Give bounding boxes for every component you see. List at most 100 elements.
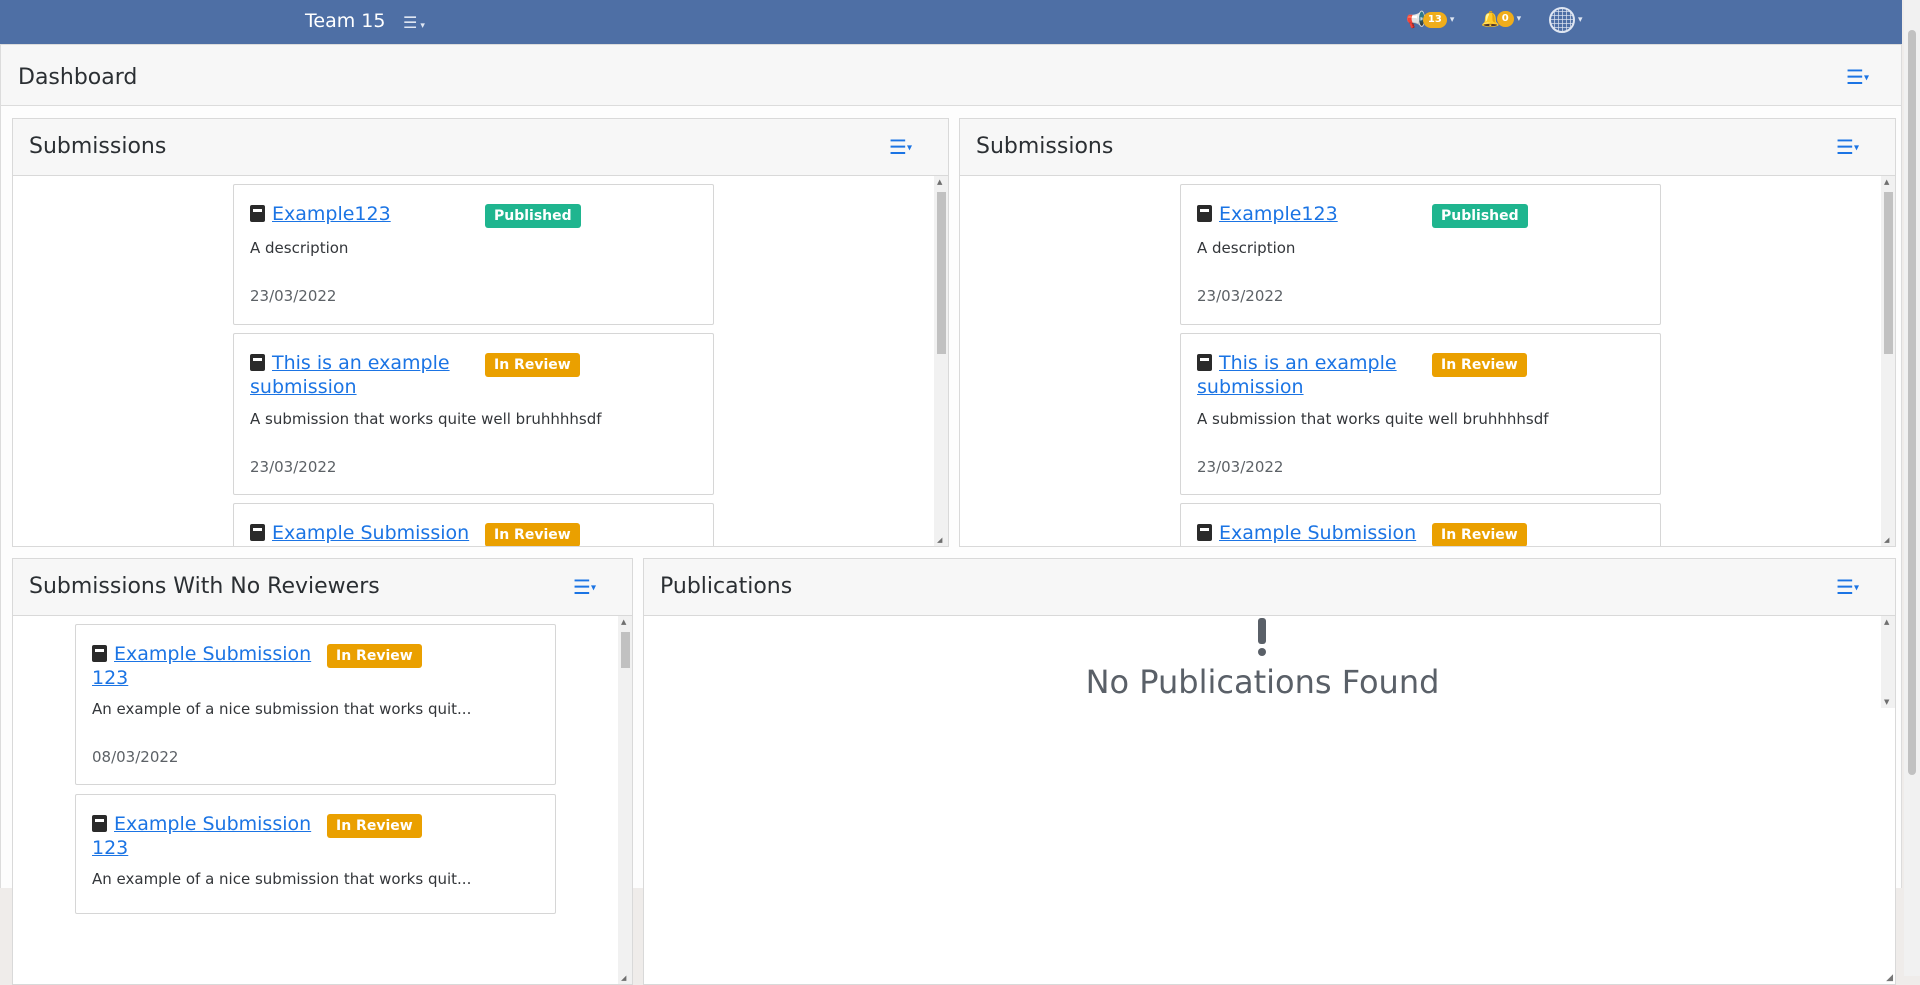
scroll-up-icon[interactable]: ▲ — [1884, 178, 1889, 186]
hamburger-icon: ☰ — [403, 13, 418, 32]
resize-icon[interactable]: ◢ — [937, 536, 942, 544]
book-icon — [250, 524, 265, 541]
widget-scrollbar[interactable]: ▲ ◢ — [934, 176, 948, 546]
submission-title-link[interactable]: Example Submission — [272, 521, 469, 545]
empty-state: No Publications Found ▲ ▼ — [644, 616, 1895, 708]
brand-title[interactable]: Team 15 — [305, 10, 385, 32]
publications-widget: Publications ☰▾ No Publications Found ▲ … — [643, 558, 1896, 985]
book-icon — [92, 645, 107, 662]
widget-header: Submissions With No Reviewers ☰▾ — [13, 559, 632, 616]
widget-body[interactable]: Example123 Published A description 23/03… — [960, 176, 1895, 546]
submission-card: Example123 Published A description 23/03… — [233, 184, 714, 325]
status-badge: In Review — [327, 644, 422, 668]
submission-title-link[interactable]: Example Submission — [1219, 521, 1416, 545]
announcements-badge: 13 — [1422, 11, 1447, 28]
submissions-widget-left: Submissions ☰▾ Example123 Published A de… — [12, 118, 949, 547]
nav-menu-button[interactable]: ☰ ▾ — [403, 13, 425, 32]
status-badge: In Review — [1432, 353, 1527, 377]
book-icon — [1197, 524, 1212, 541]
submission-description: A description — [1197, 239, 1296, 257]
resize-icon[interactable]: ◢ — [1886, 973, 1893, 983]
widget-body[interactable]: No Publications Found ▲ ▼ ◢ — [644, 616, 1895, 984]
page-title: Dashboard — [18, 65, 138, 90]
submission-card: Example Submission In Review — [1180, 503, 1661, 546]
widget-menu-button[interactable]: ☰▾ — [1836, 577, 1859, 599]
chevron-down-icon: ▾ — [1516, 14, 1522, 24]
dashboard-header: Dashboard ☰▾ — [0, 44, 1902, 106]
submission-card: This is an example submission In Review … — [233, 333, 714, 495]
widget-scrollbar[interactable]: ▲ ◢ — [618, 616, 632, 984]
widget-menu-button[interactable]: ☰▾ — [1836, 137, 1859, 159]
avatar — [1549, 7, 1575, 33]
notifications-badge: 0 — [1496, 11, 1514, 27]
status-badge: In Review — [485, 523, 580, 546]
widget-scrollbar[interactable]: ▲ ◢ — [1881, 176, 1895, 546]
book-icon — [250, 205, 265, 222]
resize-icon[interactable]: ◢ — [1884, 536, 1889, 544]
scrollbar-thumb[interactable] — [621, 632, 630, 668]
no-reviewers-widget: Submissions With No Reviewers ☰▾ Example… — [12, 558, 633, 985]
book-icon — [250, 354, 265, 371]
dashboard-body: Submissions ☰▾ Example123 Published A de… — [0, 106, 1902, 985]
dashboard-menu-button[interactable]: ☰▾ — [1846, 67, 1869, 89]
submission-date: 23/03/2022 — [1197, 287, 1284, 305]
user-menu-button[interactable]: ▾ — [1549, 7, 1583, 33]
submission-title-link[interactable]: Example Submission — [114, 812, 311, 836]
widget-header: Submissions ☰▾ — [960, 119, 1895, 176]
empty-message: No Publications Found — [1085, 663, 1440, 701]
submission-description: An example of a nice submission that wor… — [92, 870, 472, 888]
status-badge: In Review — [1432, 523, 1527, 546]
exclamation-icon — [1258, 618, 1266, 656]
book-icon — [92, 815, 107, 832]
submission-title-link-continued[interactable]: submission — [250, 375, 357, 399]
widget-menu-button[interactable]: ☰▾ — [573, 577, 596, 599]
page-scrollbar-thumb[interactable] — [1908, 30, 1916, 775]
submission-card: Example Submission 123 In Review An exam… — [75, 794, 556, 914]
status-badge: Published — [485, 204, 581, 228]
widget-body[interactable]: Example Submission 123 In Review An exam… — [13, 616, 632, 984]
submissions-widget-right: Submissions ☰▾ Example123 Published A de… — [959, 118, 1896, 547]
widget-title: Submissions — [29, 134, 167, 159]
resize-icon[interactable]: ◢ — [621, 974, 626, 982]
widget-title: Submissions With No Reviewers — [29, 574, 380, 599]
submission-description: A submission that works quite well bruhh… — [250, 410, 602, 428]
submission-description: A description — [250, 239, 349, 257]
submission-title-link[interactable]: Example Submission — [114, 642, 311, 666]
submission-card: Example Submission 123 In Review An exam… — [75, 624, 556, 785]
page-scrollbar[interactable] — [1904, 0, 1920, 976]
submission-date: 23/03/2022 — [250, 458, 337, 476]
book-icon — [1197, 354, 1212, 371]
submission-title-link[interactable]: Example123 — [272, 202, 391, 226]
widget-scrollbar[interactable]: ▲ ▼ — [1881, 616, 1895, 708]
widget-title: Submissions — [976, 134, 1114, 159]
chevron-down-icon: ▾ — [420, 21, 425, 31]
status-badge: In Review — [327, 814, 422, 838]
status-badge: Published — [1432, 204, 1528, 228]
widget-header: Submissions ☰▾ — [13, 119, 948, 176]
widget-body[interactable]: Example123 Published A description 23/03… — [13, 176, 948, 546]
widget-menu-button[interactable]: ☰▾ — [889, 137, 912, 159]
chevron-down-icon: ▾ — [1578, 15, 1583, 25]
submission-title-link[interactable]: Example123 — [1219, 202, 1338, 226]
widget-header: Publications ☰▾ — [644, 559, 1895, 616]
submission-title-link-continued[interactable]: 123 — [92, 666, 128, 690]
scroll-up-icon[interactable]: ▲ — [1884, 618, 1889, 626]
scroll-up-icon[interactable]: ▲ — [937, 178, 942, 186]
chevron-down-icon: ▾ — [1449, 14, 1455, 25]
submission-date: 08/03/2022 — [92, 748, 179, 766]
notifications-button[interactable]: 🔔 0 ▾ — [1481, 10, 1521, 28]
submission-title-link[interactable]: This is an example — [1219, 351, 1397, 375]
scroll-up-icon[interactable]: ▲ — [621, 618, 626, 626]
submission-title-link[interactable]: This is an example — [272, 351, 450, 375]
scrollbar-thumb[interactable] — [1884, 192, 1893, 354]
submission-title-link-continued[interactable]: 123 — [92, 836, 128, 860]
submission-title-link-continued[interactable]: submission — [1197, 375, 1304, 399]
status-badge: In Review — [485, 353, 580, 377]
submission-date: 23/03/2022 — [1197, 458, 1284, 476]
announcements-button[interactable]: 📢 13 ▾ — [1406, 10, 1454, 29]
widget-title: Publications — [660, 574, 793, 599]
submission-description: An example of a nice submission that wor… — [92, 700, 472, 718]
scrollbar-thumb[interactable] — [937, 192, 946, 354]
submission-card: Example123 Published A description 23/03… — [1180, 184, 1661, 325]
scroll-down-icon[interactable]: ▼ — [1884, 698, 1889, 706]
